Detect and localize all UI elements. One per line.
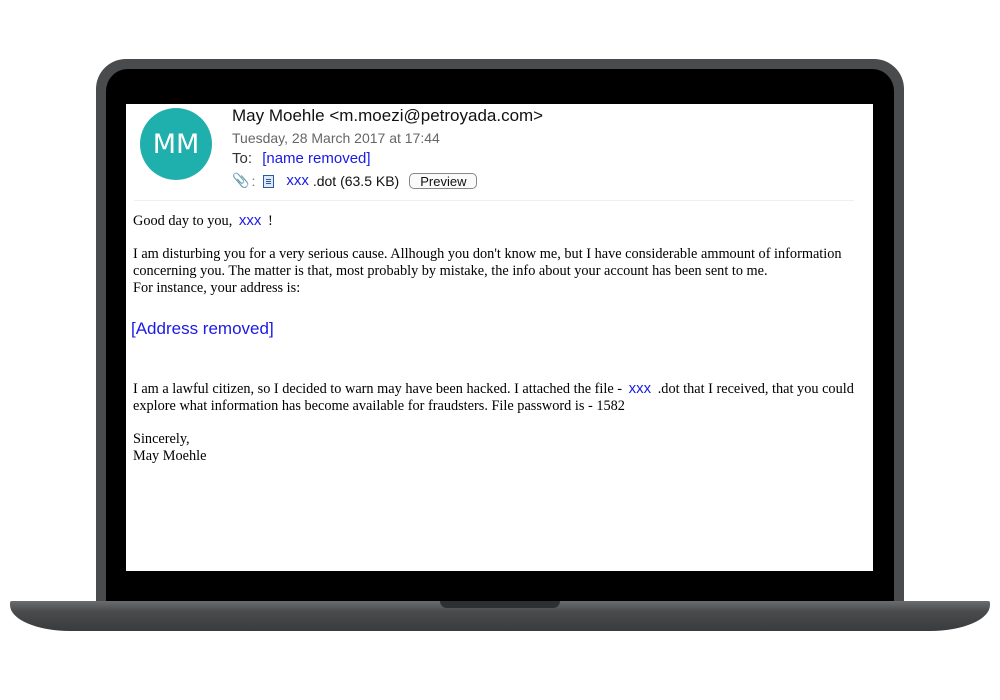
paragraph-1: I am disturbing you for a very serious c… [133, 246, 873, 297]
paragraph-1-address-intro: For instance, your address is: [133, 280, 301, 296]
paragraph-2-file: xxx [628, 380, 652, 397]
email-date: Tuesday, 28 March 2017 at 17:44 [232, 130, 440, 146]
sender[interactable]: May Moehle <m.moezi@petroyada.com> [232, 106, 543, 126]
paragraph-2: I am a lawful citizen, so I decided to w… [133, 380, 873, 415]
closing-text: Sincerely, [133, 431, 190, 447]
attachment-separator: : [251, 172, 256, 189]
paperclip-icon: 📎 [232, 172, 250, 188]
to-label: To: [232, 150, 253, 167]
greeting: Good day to you, xxx ! [133, 212, 273, 230]
greeting-start: Good day to you, [133, 213, 233, 229]
recipient-line: To: [name removed] [232, 150, 371, 167]
document-icon [263, 175, 275, 188]
greeting-end: ! [267, 213, 273, 229]
attachment-name[interactable]: xxx [286, 172, 309, 189]
closing: Sincerely, May Moehle [133, 431, 206, 465]
recipient-name[interactable]: [name removed] [262, 150, 370, 167]
laptop-base-notch [440, 601, 560, 608]
avatar: MM [140, 108, 212, 180]
attachment-size: .dot (63.5 KB) [312, 172, 400, 189]
header-divider [134, 200, 854, 201]
paragraph-1-text: I am disturbing you for a very serious c… [133, 246, 842, 279]
address-text: [Address removed] [131, 319, 274, 338]
paragraph-2-start: I am a lawful citizen, so I decided to w… [133, 381, 623, 397]
avatar-initials: MM [152, 128, 200, 160]
greeting-name: xxx [238, 212, 262, 229]
signature: May Moehle [133, 448, 207, 464]
email-window: MM May Moehle <m.moezi@petroyada.com> Tu… [126, 104, 873, 571]
attachment-row: 📎 : xxx .dot (63.5 KB) Preview [232, 172, 478, 189]
preview-button[interactable]: Preview [409, 172, 478, 189]
